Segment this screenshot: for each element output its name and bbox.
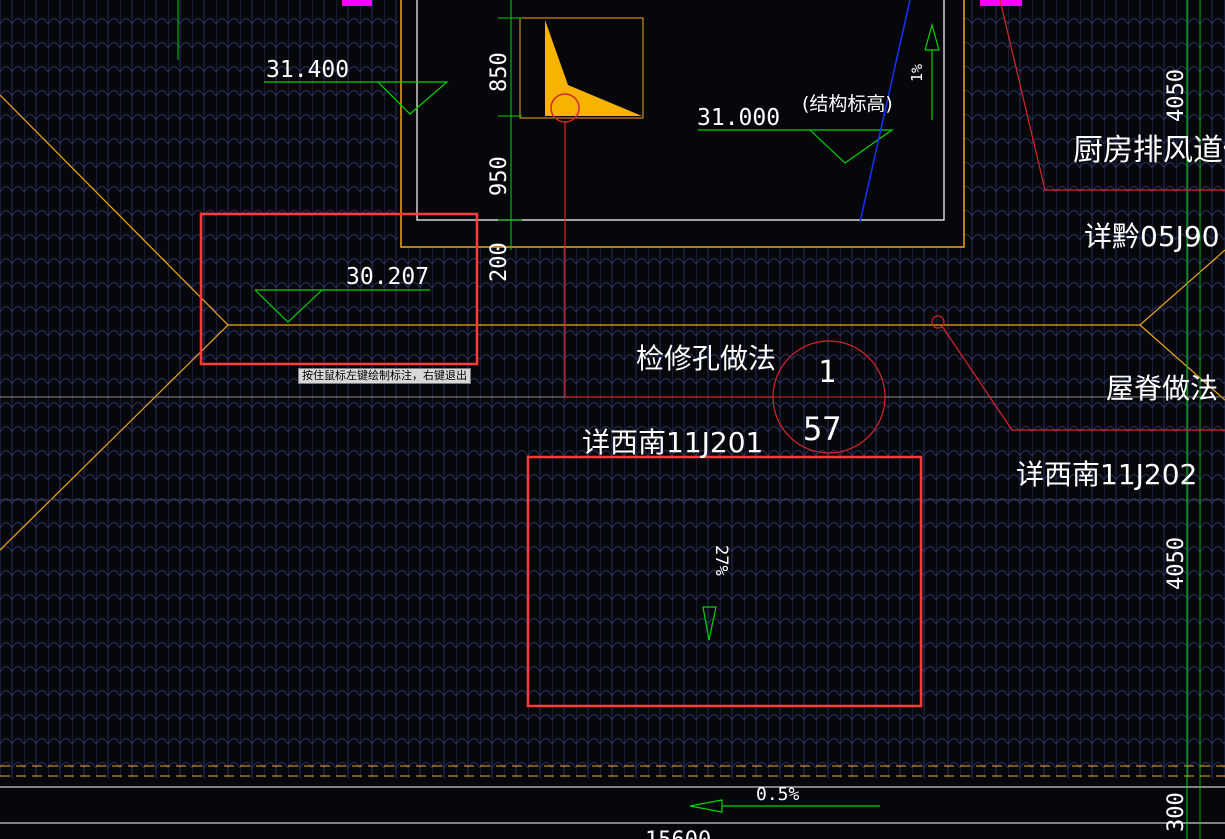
dimension-label-bottom: 15600 xyxy=(645,828,711,839)
structure-area xyxy=(398,0,965,248)
dimension-label-850: 850 xyxy=(487,52,512,92)
kitchen-vent-label: 厨房排风道做 xyxy=(1073,133,1225,168)
dimension-label-300: 300 xyxy=(1164,792,1189,832)
cad-canvas[interactable]: 31.400 31.000 (结构标高) 30.207 850 950 200 … xyxy=(0,0,1225,839)
detail-index-number: 1 xyxy=(818,355,836,390)
dimension-label-4050-top: 4050 xyxy=(1164,69,1189,122)
command-tooltip: 按住鼠标左键绘制标注，右键退出 xyxy=(298,368,471,384)
dimension-label-950: 950 xyxy=(487,156,512,196)
elevation-label-31000: 31.000 xyxy=(697,105,780,131)
ridge-method-label: 屋脊做法 xyxy=(1106,372,1218,405)
qian-reference-label: 详黔05J90 xyxy=(1084,220,1220,253)
detail-index-sheet: 57 xyxy=(803,410,842,448)
dimension-label-4050-mid: 4050 xyxy=(1164,537,1189,590)
slope-label-27pct: 27% xyxy=(711,545,731,576)
slope-label-1pct: 1% xyxy=(908,64,926,82)
slope-label-05pct: 0.5% xyxy=(756,784,800,805)
reference-sheet-1: 详西南11J201 xyxy=(582,426,763,459)
magenta-marker-left xyxy=(342,0,372,6)
dimension-label-200: 200 xyxy=(487,242,512,282)
elevation-label-31400: 31.400 xyxy=(266,57,349,83)
inspection-hole-label: 检修孔做法 xyxy=(636,342,776,375)
structure-elevation-note: (结构标高) xyxy=(802,93,893,115)
reference-sheet-2: 详西南11J202 xyxy=(1016,458,1197,491)
elevation-label-30207: 30.207 xyxy=(346,264,429,290)
